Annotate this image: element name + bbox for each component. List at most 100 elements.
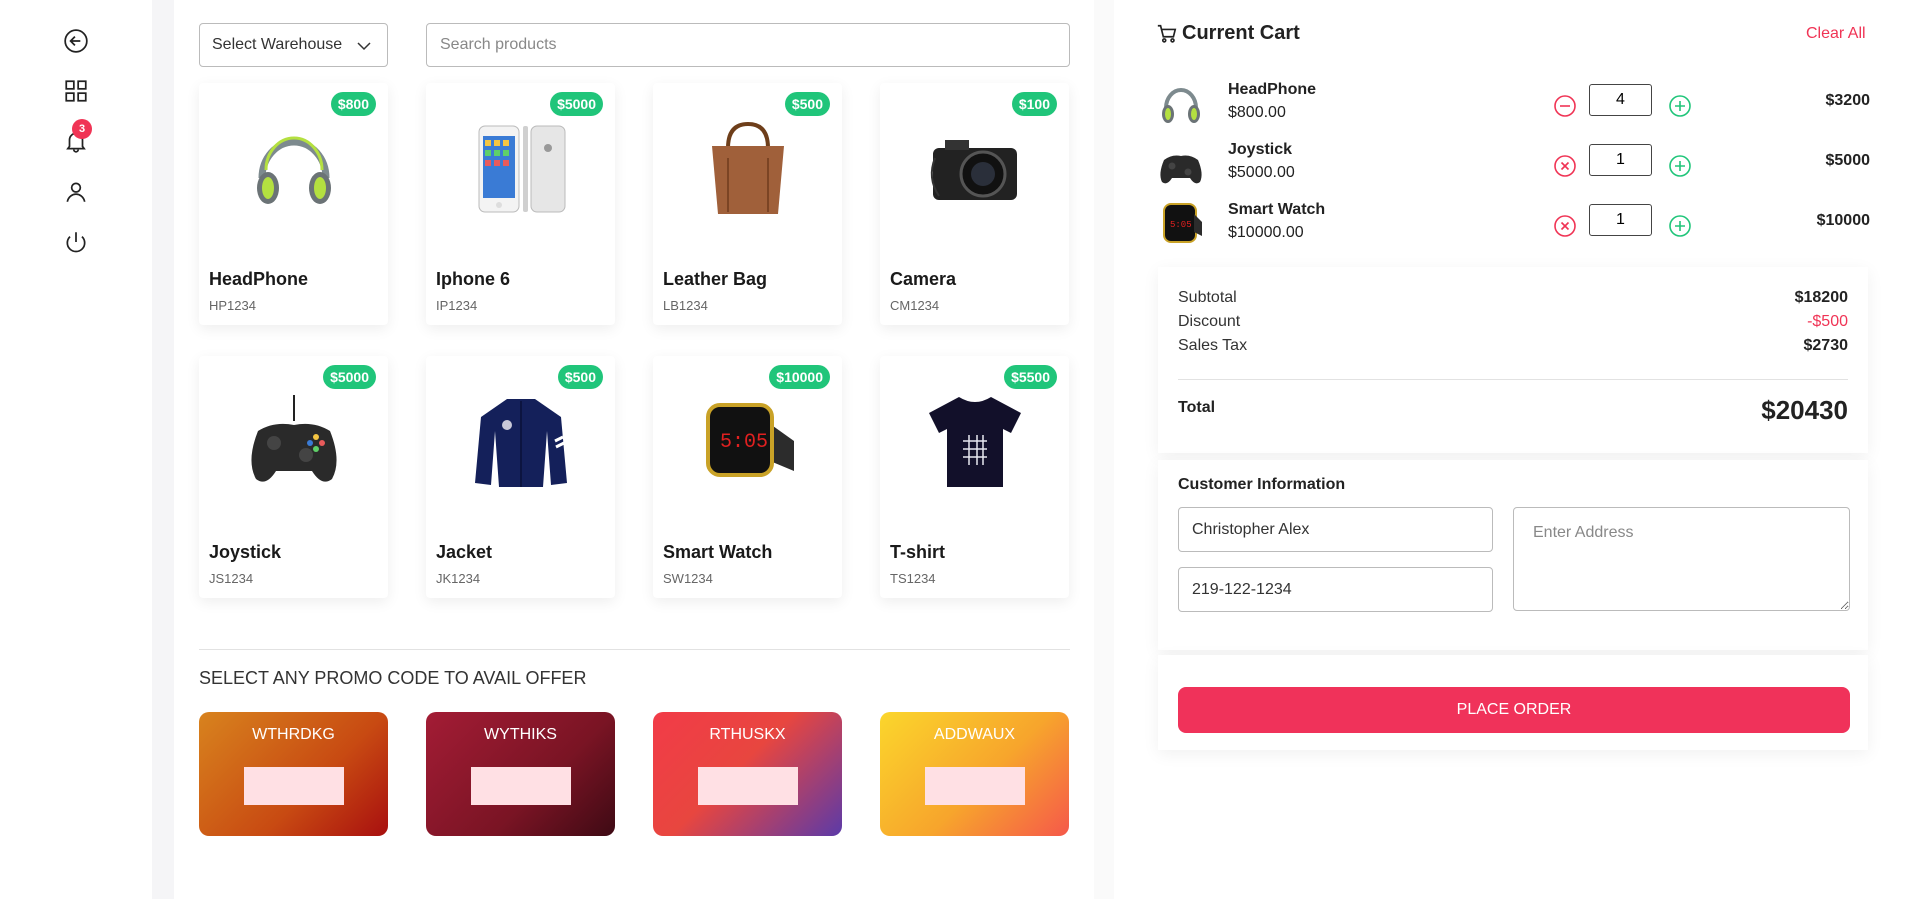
promo-code-label: RTHUSKX (709, 726, 786, 743)
cart-icon (1157, 24, 1177, 43)
plus-circle-icon (1669, 215, 1691, 237)
promo-code-box (925, 767, 1025, 805)
plus-circle-icon (1669, 95, 1691, 117)
promo-code-label: WTHRDKG (252, 726, 335, 743)
sales-tax-row: Sales Tax $2730 (1178, 337, 1848, 355)
product-card-camera[interactable]: $100 Camera CM1234 (880, 83, 1069, 325)
customer-phone-field[interactable] (1178, 567, 1493, 612)
close-circle-icon (1554, 155, 1576, 177)
product-card-smart-watch[interactable]: $10000 5:05 Smart Watch SW1234 (653, 356, 842, 598)
discount-value: -$500 (1807, 313, 1848, 330)
address-field[interactable] (1513, 507, 1850, 611)
product-card-jacket[interactable]: $500 Jacket JK1234 (426, 356, 615, 598)
cart-header: Current Cart (1156, 22, 1300, 45)
product-code: CM1234 (890, 298, 940, 313)
user-icon[interactable] (62, 178, 90, 206)
iphone-image (471, 113, 571, 223)
remove-item-button[interactable] (1553, 214, 1577, 238)
increase-qty-button[interactable] (1668, 154, 1692, 178)
jacket-image (471, 386, 571, 496)
cart-item-price: $10000.00 (1228, 224, 1304, 241)
decrease-qty-button[interactable] (1553, 94, 1577, 118)
discount-row: Discount -$500 (1178, 313, 1848, 331)
place-order-section: PLACE ORDER (1158, 655, 1868, 750)
product-name: Camera (890, 269, 957, 289)
headphone-image (244, 113, 344, 223)
product-card-headphone[interactable]: $800 HeadPhone HP1234 (199, 83, 388, 325)
clear-all-button[interactable]: Clear All (1806, 25, 1866, 43)
product-code: LB1234 (663, 298, 708, 313)
notification-bell[interactable]: 3 (62, 119, 92, 155)
sales-tax-label: Sales Tax (1178, 337, 1248, 354)
product-code: IP1234 (436, 298, 478, 313)
panel-gutter (1094, 0, 1114, 899)
total-label: Total (1178, 399, 1216, 416)
promo-card-rthuskx[interactable]: RTHUSKX (653, 712, 842, 836)
remove-item-button[interactable] (1553, 154, 1577, 178)
promo-card-wythiks[interactable]: WYTHIKS (426, 712, 615, 836)
quantity-input[interactable] (1589, 84, 1652, 116)
joystick-image (244, 386, 344, 496)
increase-qty-button[interactable] (1668, 94, 1692, 118)
product-name: Leather Bag (663, 269, 768, 289)
product-code: JS1234 (209, 571, 254, 586)
cart-item-total: $10000 (1816, 212, 1870, 229)
t-shirt-image (925, 386, 1025, 496)
promo-code-label: ADDWAUX (933, 726, 1016, 743)
product-card-leather-bag[interactable]: $500 Leather Bag LB1234 (653, 83, 842, 325)
quantity-input[interactable] (1589, 144, 1652, 176)
total-value: $20430 (1761, 395, 1848, 425)
grid-icon[interactable] (62, 77, 90, 105)
product-card-iphone[interactable]: $5000 Iphone 6 IP1234 (426, 83, 615, 325)
cart-item-name: Smart Watch (1228, 201, 1326, 218)
warehouse-select-label: Select Warehouse (212, 36, 343, 53)
product-code: HP1234 (209, 298, 256, 313)
cart-item-total: $5000 (1825, 152, 1871, 169)
subtotal-row: Subtotal $18200 (1178, 289, 1848, 307)
svg-text:5:05: 5:05 (1170, 220, 1192, 230)
product-code: TS1234 (890, 571, 936, 586)
cart-item-name: Joystick (1228, 141, 1293, 158)
minus-circle-icon (1554, 95, 1576, 117)
power-icon[interactable] (62, 228, 90, 256)
customer-information: Customer Information (1158, 460, 1868, 650)
promo-section-title: SELECT ANY PROMO CODE TO AVAIL OFFER (199, 668, 587, 688)
promo-card-addwaux[interactable]: ADDWAUX (880, 712, 1069, 836)
quantity-input[interactable] (1589, 204, 1652, 236)
chevron-down-icon (357, 42, 371, 51)
product-name: Iphone 6 (436, 269, 511, 289)
close-circle-icon (1554, 215, 1576, 237)
search-input[interactable] (426, 23, 1070, 67)
notification-count-badge: 3 (72, 119, 92, 139)
promo-card-wthrdkg[interactable]: WTHRDKG (199, 712, 388, 836)
increase-qty-button[interactable] (1668, 214, 1692, 238)
sidebar: 3 (0, 0, 152, 899)
sales-tax-value: $2730 (1803, 337, 1849, 354)
customer-info-title: Customer Information (1178, 476, 1346, 493)
cart-title: Current Cart (1182, 22, 1300, 44)
plus-circle-icon (1669, 155, 1691, 177)
products-panel: Select Warehouse $800 HeadPhone HP1234 $… (174, 0, 1094, 899)
customer-name-field[interactable] (1178, 507, 1493, 552)
place-order-button[interactable]: PLACE ORDER (1178, 687, 1850, 733)
camera-image (925, 113, 1025, 223)
product-code: JK1234 (436, 571, 481, 586)
order-summary: Subtotal $18200 Discount -$500 Sales Tax… (1158, 267, 1868, 453)
smart-watch-image: 5:05 (698, 386, 798, 496)
warehouse-select[interactable]: Select Warehouse (199, 23, 388, 67)
cart-item: Joystick $5000.00 $5000 (1158, 138, 1870, 194)
product-card-joystick[interactable]: $5000 Joystick JS1234 (199, 356, 388, 598)
joystick-thumbnail (1158, 138, 1204, 188)
promo-code-box (698, 767, 798, 805)
back-icon[interactable] (62, 27, 90, 55)
promo-code-box (244, 767, 344, 805)
promo-code-label: WYTHIKS (484, 726, 557, 743)
product-name: Joystick (209, 542, 282, 562)
promo-code-box (471, 767, 571, 805)
product-name: Smart Watch (663, 542, 773, 562)
svg-text:5:05: 5:05 (720, 431, 768, 454)
cart-item: 5:05 Smart Watch $10000.00 $10000 (1158, 198, 1870, 254)
product-card-t-shirt[interactable]: $5500 T-shirt TS1234 (880, 356, 1069, 598)
summary-divider (1178, 379, 1848, 380)
product-name: HeadPhone (209, 269, 309, 289)
